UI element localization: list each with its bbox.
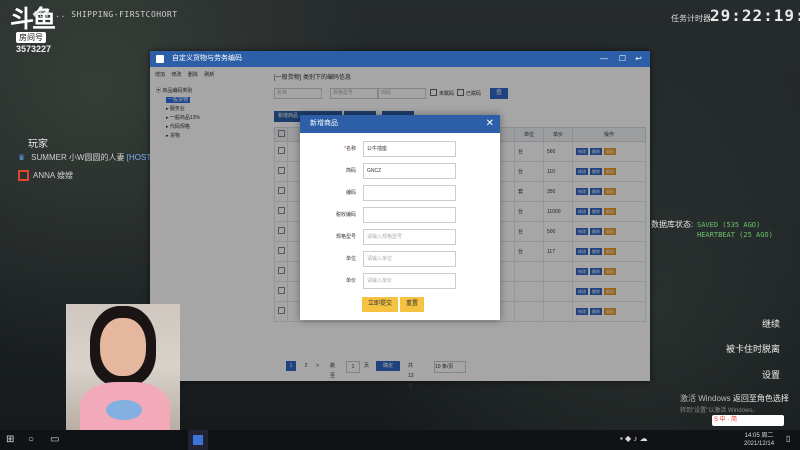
modal-title: 新增商品 xyxy=(310,120,338,127)
player-row: ANNA 嫂嫂 xyxy=(18,170,73,182)
room-badge: 房间号 xyxy=(16,32,46,43)
field-input[interactable]: 请输入规格型号 xyxy=(363,229,456,245)
taskbar-clock[interactable]: 14:05 周二 2021/12/14 xyxy=(744,432,774,448)
windows-start-icon[interactable]: ⊞ xyxy=(6,434,14,445)
menu-return-character[interactable]: 返回至角色选择 xyxy=(733,394,789,403)
player-row: ♛ SUMMER 小W圆圆的人妻 [HOST] xyxy=(18,153,154,162)
field-input[interactable]: 请输入单位 xyxy=(363,251,456,267)
activate-windows-text: 激活 Windows 返回至角色选择 xyxy=(680,394,789,403)
field-label: *名称 xyxy=(344,146,356,152)
db-status-label: 数据库状态: xyxy=(651,220,694,229)
submit-button[interactable]: 立即提交 xyxy=(362,297,399,312)
notification-icon[interactable]: ▯ xyxy=(786,434,790,443)
player-marker-icon xyxy=(18,170,29,182)
room-number: 3573227 xyxy=(16,44,52,54)
taskbar-app-icon[interactable] xyxy=(188,430,208,450)
add-goods-modal: 新增商品 ✕ *名称 公牛插座 简码 GNCZ 编码 税收编码 规格型号 请输入规格型号 单位请… xyxy=(300,115,500,320)
modal-header: 新增商品 ✕ xyxy=(300,115,500,133)
field-input[interactable]: 请输入单价 xyxy=(363,273,456,289)
menu-unstuck[interactable]: 被卡住时脱离 xyxy=(726,342,780,355)
activate-windows-sub: 转到"设置"以激活 Windows。 xyxy=(680,408,759,414)
field-input[interactable]: GNCZ xyxy=(363,163,456,179)
taskbar: ⊞ ○ ▭ ▪ ◆ ♪ ☁ 14:05 周二 2021/12/14 ▯ xyxy=(0,430,800,450)
window-titlebar: 自定义货物与劳务编码 — ☐ ↩ xyxy=(150,51,650,67)
field-input[interactable] xyxy=(363,207,456,223)
search-icon[interactable]: ○ xyxy=(28,434,34,445)
field-label: 规格型号 xyxy=(335,234,356,240)
reset-button[interactable]: 重置 xyxy=(400,297,425,312)
timer-label: 任务计时器 xyxy=(671,14,711,23)
stream-title: REV... SHIPPING-FIRSTCOHORT xyxy=(34,10,178,19)
app-icon xyxy=(156,55,164,63)
field-input[interactable] xyxy=(363,185,456,201)
window-title: 自定义货物与劳务编码 xyxy=(172,55,242,62)
modal-close-icon[interactable]: ✕ xyxy=(486,115,494,133)
players-title: 玩家 xyxy=(28,139,48,150)
field-label: 税收编码 xyxy=(335,212,356,218)
field-label: 编码 xyxy=(345,190,356,196)
field-label: 单位 xyxy=(345,256,356,262)
menu-settings[interactable]: 设置 xyxy=(762,368,780,381)
close-icon[interactable]: ↩ xyxy=(635,51,642,67)
task-timer: 29:22:19:09 xyxy=(710,6,800,25)
menu-continue[interactable]: 继续 xyxy=(762,317,780,330)
field-label: 单价 xyxy=(345,278,356,284)
field-label: 简码 xyxy=(345,168,356,174)
ime-toolbar[interactable]: S 中 · 简 xyxy=(712,415,784,426)
maximize-icon[interactable]: ☐ xyxy=(619,51,626,67)
db-status-lines: SAVED (535 AGO) HEARTBEAT (25 AGO) xyxy=(697,221,773,239)
task-view-icon[interactable]: ▭ xyxy=(50,434,59,445)
crown-icon: ♛ xyxy=(18,153,26,162)
minimize-icon[interactable]: — xyxy=(600,51,608,67)
field-input[interactable]: 公牛插座 xyxy=(363,141,456,157)
webcam-feed xyxy=(66,304,180,430)
tray-icons[interactable]: ▪ ◆ ♪ ☁ xyxy=(620,434,648,443)
